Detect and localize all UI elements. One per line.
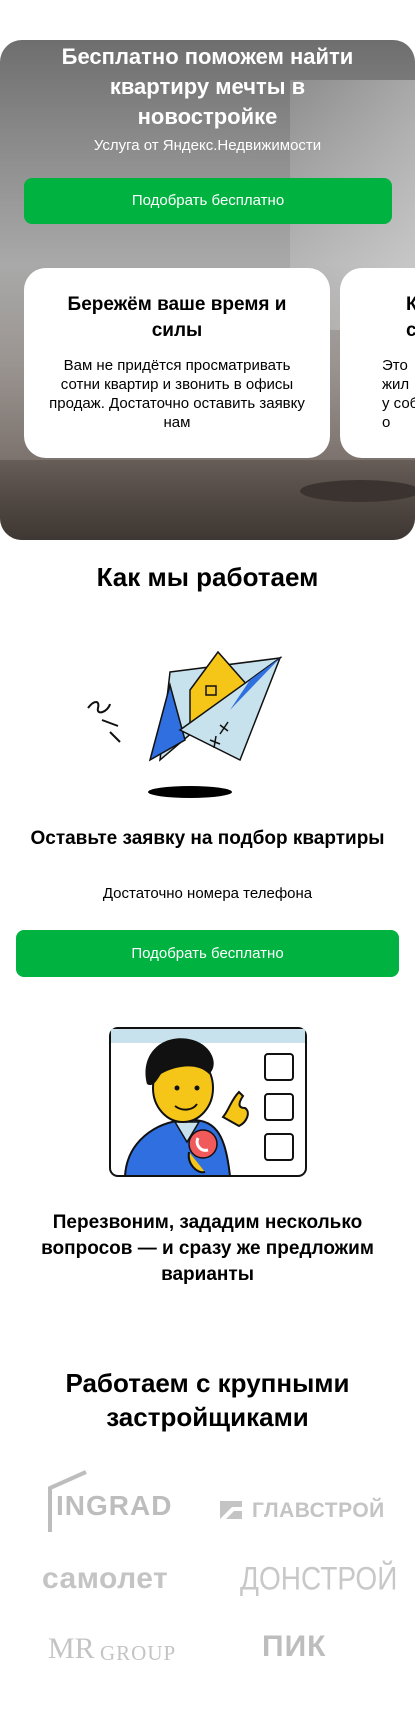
benefit-card-title: Бережём ваше время и силы — [67, 294, 287, 341]
pik-logo[interactable]: ПИК — [262, 1630, 326, 1664]
hero-banner: Бесплатно поможем найти квартиру мечты в… — [0, 40, 415, 540]
mr-group-logo-text: GROUP — [100, 1641, 177, 1665]
benefit-card-text: Это жил у собе о — [382, 357, 415, 431]
benefit-card-title: К с — [406, 294, 415, 341]
ingrad-logo[interactable]: INGRAD — [48, 1470, 183, 1534]
hero-subtitle: Услуга от Яндекс.Недвижимости — [93, 137, 322, 154]
step-1-title: Оставьте заявку на подбор квартиры — [30, 828, 385, 849]
benefit-card-text: Вам не придётся просматривать сотни квар… — [49, 357, 305, 431]
benefit-card-partial[interactable]: К с Это жил у собе о — [340, 268, 415, 458]
samolet-logo[interactable]: самолет — [42, 1562, 168, 1596]
mr-group-logo[interactable]: MR GROUP — [48, 1632, 188, 1668]
ingrad-logo-text: INGRAD — [56, 1490, 173, 1521]
glavstroy-logo[interactable]: ГЛАВСТРОЙ — [218, 1497, 393, 1523]
hero-background-table — [300, 480, 415, 502]
step-1-cta-button[interactable]: Подобрать бесплатно — [16, 930, 399, 977]
hero-cta-button[interactable]: Подобрать бесплатно — [24, 178, 392, 224]
partners-title: Работаем с крупными застройщиками — [65, 1368, 350, 1432]
glavstroy-logo-text: ГЛАВСТРОЙ — [252, 1499, 385, 1522]
how-it-works-title: Как мы работаем — [96, 562, 319, 592]
step-1-subtitle: Достаточно номера телефона — [102, 885, 313, 902]
donstroy-logo[interactable]: ДОНСТРОЙ — [240, 1561, 397, 1598]
glavstroy-logo-mark — [220, 1501, 242, 1519]
operator-call-icon — [109, 1027, 307, 1177]
hero-title: Бесплатно поможем найти квартиру мечты в… — [61, 44, 354, 129]
step-2-title: Перезвоним, зададим несколько вопросов —… — [41, 1212, 374, 1285]
paper-plane-house-icon — [87, 650, 283, 798]
benefit-card[interactable]: Бережём ваше время и силы Вам не придётс… — [24, 268, 330, 458]
mr-group-logo-mark: MR — [48, 1632, 95, 1665]
